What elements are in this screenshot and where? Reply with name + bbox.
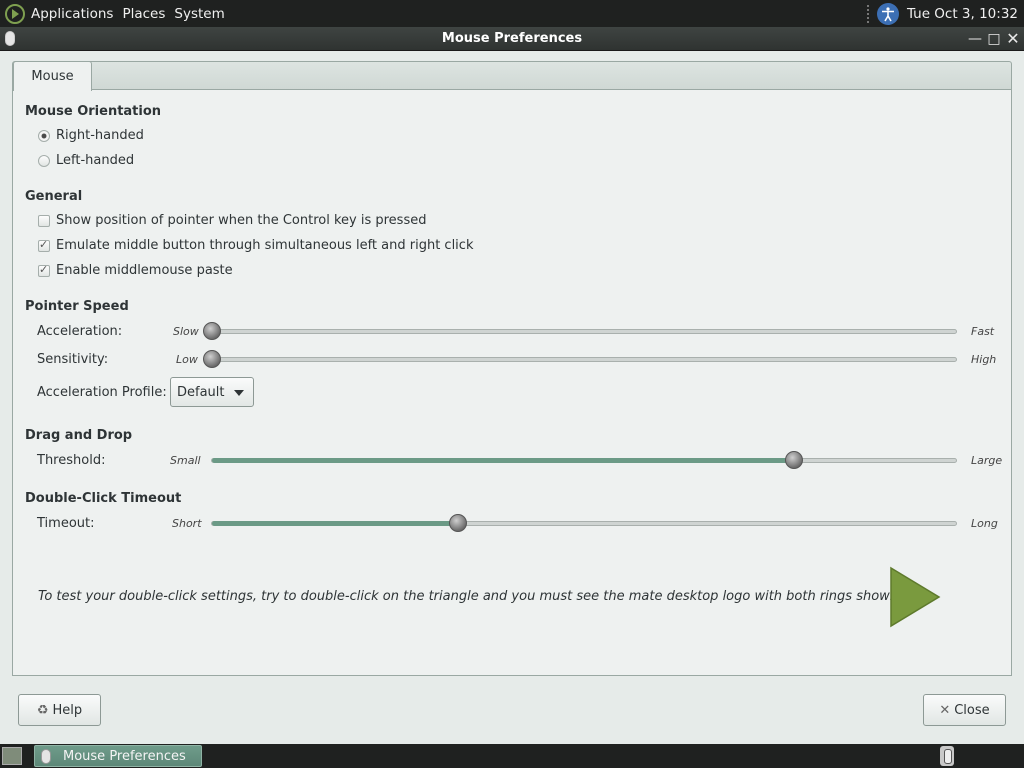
taskbar-button-label: Mouse Preferences (63, 748, 186, 764)
taskbar-button-mouse-preferences[interactable]: Mouse Preferences (34, 745, 202, 767)
sensitivity-slider[interactable] (203, 350, 957, 368)
close-button-label: Close (954, 702, 990, 718)
timeout-slider[interactable] (211, 514, 957, 532)
help-icon: ♻ (36, 702, 49, 718)
sensitivity-label: Sensitivity: (37, 352, 109, 367)
dropdown-value: Default (177, 384, 225, 400)
timeout-label: Timeout: (37, 516, 95, 531)
menu-places[interactable]: Places (122, 6, 165, 22)
checkbox-indicator[interactable] (38, 238, 50, 252)
threshold-max-label: Large (971, 454, 1003, 467)
tab-mouse[interactable]: Mouse (13, 61, 92, 91)
checkbox-show-pointer[interactable]: Show position of pointer when the Contro… (38, 213, 426, 228)
acceleration-min-label: Slow (173, 325, 199, 338)
checkbox-indicator[interactable] (38, 263, 50, 277)
acceleration-slider[interactable] (203, 322, 957, 340)
timeout-max-label: Long (971, 517, 998, 530)
acceleration-label: Acceleration: (37, 324, 123, 339)
checkbox-middle-paste-label: Enable middlemouse paste (56, 263, 233, 278)
slider-handle[interactable] (203, 322, 221, 340)
radio-right-handed-label: Right-handed (56, 128, 144, 143)
window-body: Mouse Mouse Orientation Right-handed Lef… (0, 51, 1024, 744)
chevron-down-icon (234, 390, 244, 396)
help-button-label: Help (52, 702, 83, 718)
sensitivity-min-label: Low (176, 353, 198, 366)
menu-system[interactable]: System (174, 6, 224, 22)
minimize-button[interactable]: — (966, 29, 984, 49)
acceleration-profile-label: Acceleration Profile: (37, 385, 167, 400)
close-window-button[interactable]: ✕ (1004, 29, 1022, 49)
top-panel-tray: Tue Oct 3, 10:32 (866, 0, 1018, 27)
threshold-min-label: Small (170, 454, 201, 467)
slider-fill (212, 521, 458, 526)
slider-handle[interactable] (449, 514, 467, 532)
double-click-hint: To test your double-click settings, try … (38, 589, 915, 604)
mouse-icon (41, 748, 51, 764)
window-title: Mouse Preferences (441, 31, 583, 46)
radio-indicator[interactable] (38, 129, 50, 142)
section-drag-and-drop: Drag and Drop (25, 428, 133, 443)
window-titlebar[interactable]: Mouse Preferences — □ ✕ (0, 27, 1024, 51)
acceleration-profile-dropdown[interactable]: Default (170, 377, 254, 407)
threshold-label: Threshold: (37, 453, 106, 468)
checkbox-indicator[interactable] (38, 214, 50, 227)
help-button[interactable]: ♻ Help (18, 694, 101, 726)
clock[interactable]: Tue Oct 3, 10:32 (907, 6, 1018, 22)
sensitivity-max-label: High (971, 353, 997, 366)
panel-separator (866, 4, 871, 23)
workspace-switcher-icon[interactable] (940, 746, 954, 766)
radio-left-handed-label: Left-handed (56, 153, 135, 168)
section-general: General (25, 189, 83, 204)
double-click-test-triangle-icon[interactable] (889, 566, 941, 628)
close-icon: ✕ (939, 702, 951, 718)
timeout-min-label: Short (172, 517, 202, 530)
section-pointer-speed: Pointer Speed (25, 299, 129, 314)
section-mouse-orientation: Mouse Orientation (25, 104, 162, 119)
show-desktop-icon[interactable] (2, 747, 22, 765)
tab-strip (12, 61, 1012, 90)
maximize-button[interactable]: □ (985, 29, 1003, 49)
checkbox-emulate-middle[interactable]: Emulate middle button through simultaneo… (38, 238, 473, 253)
mouse-tab-panel: Mouse Orientation Right-handed Left-hand… (12, 89, 1012, 676)
checkbox-show-pointer-label: Show position of pointer when the Contro… (56, 213, 427, 228)
checkbox-middle-paste[interactable]: Enable middlemouse paste (38, 263, 233, 278)
accessibility-icon[interactable] (876, 2, 899, 25)
mate-logo-icon[interactable] (4, 3, 26, 25)
close-button[interactable]: ✕ Close (923, 694, 1006, 726)
radio-right-handed[interactable]: Right-handed (38, 128, 144, 143)
checkbox-emulate-middle-label: Emulate middle button through simultaneo… (56, 238, 474, 253)
slider-handle[interactable] (785, 451, 803, 469)
slider-handle[interactable] (203, 350, 221, 368)
threshold-slider[interactable] (211, 451, 957, 469)
slider-fill (212, 458, 794, 463)
top-panel: Applications Places System Tue Oct 3, 10… (0, 0, 1024, 27)
section-double-click-timeout: Double-Click Timeout (25, 491, 182, 506)
radio-indicator[interactable] (38, 154, 50, 167)
bottom-panel: Mouse Preferences (0, 744, 1024, 768)
acceleration-max-label: Fast (971, 325, 995, 338)
menu-applications[interactable]: Applications (31, 6, 113, 22)
radio-left-handed[interactable]: Left-handed (38, 153, 134, 168)
